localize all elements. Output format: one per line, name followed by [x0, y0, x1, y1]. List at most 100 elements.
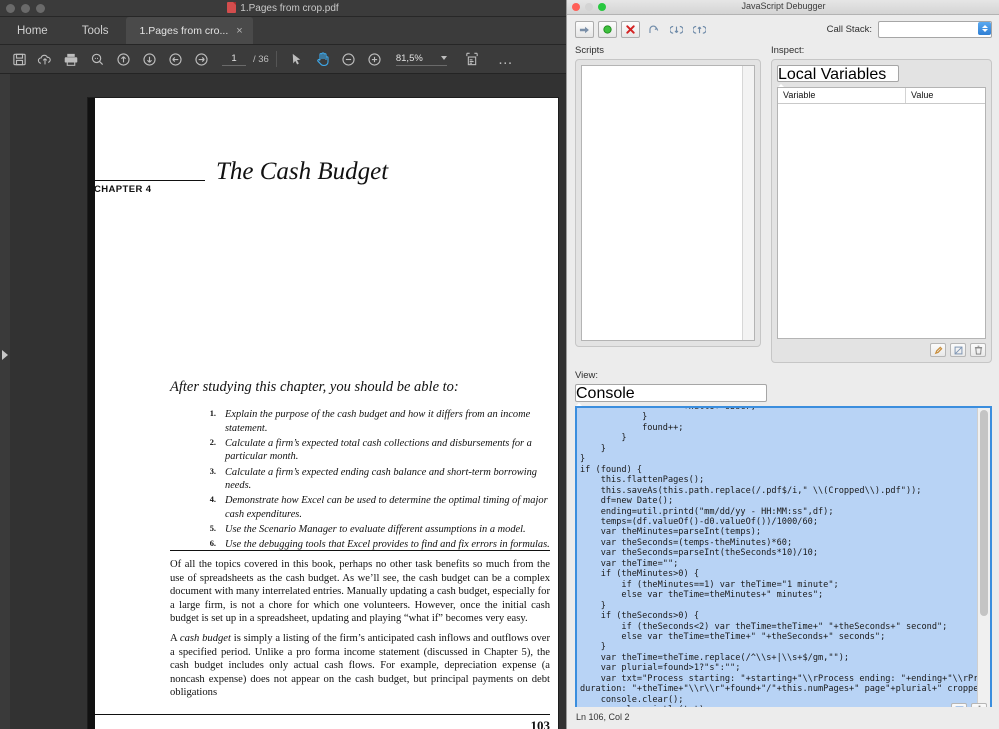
scripts-scrollbar[interactable]: [742, 66, 754, 340]
debugger-titlebar: JavaScript Debugger: [567, 0, 999, 15]
console-output[interactable]: +hello+"obscr; } found++; } } } if (foun…: [575, 406, 992, 721]
list-item: 3. Calculate a firm’s expected ending ca…: [198, 466, 550, 493]
zoom-in-icon[interactable]: [362, 47, 388, 71]
scripts-list[interactable]: [581, 65, 755, 341]
step-into-icon[interactable]: [667, 21, 686, 38]
page-folio-number: 103: [530, 718, 551, 729]
zoom-level-control[interactable]: 81,5%: [395, 52, 447, 66]
page-down-icon[interactable]: [136, 47, 162, 71]
scrollbar-thumb[interactable]: [980, 410, 988, 616]
list-item-number: 1.: [209, 409, 216, 418]
scripts-label: Scripts: [575, 45, 605, 56]
inspect-scope-value: Local Variables: [778, 66, 887, 83]
list-item-number: 2.: [209, 437, 216, 447]
list-item-text: Use the Scenario Manager to evaluate dif…: [225, 524, 526, 535]
sidebar-toggle[interactable]: [0, 74, 10, 729]
pdf-viewport: CHAPTER 4 The Cash Budget After studying…: [0, 74, 566, 729]
step-out-icon[interactable]: [690, 21, 709, 38]
console-scrollbar[interactable]: [977, 408, 990, 719]
pdf-tab-bar: Home Tools 1.Pages from cro... ×: [0, 17, 566, 45]
list-item-number: 3.: [209, 466, 216, 476]
cursor-icon[interactable]: [284, 47, 310, 71]
view-section: View: Console +hello+"obscr; } found++; …: [575, 370, 992, 721]
debug-control-buttons: [575, 21, 709, 38]
list-item-text: Calculate a firm’s expected ending cash …: [225, 466, 537, 492]
inspect-pane: Inspect: Local Variables Variable Value: [771, 45, 992, 363]
view-select[interactable]: Console: [575, 384, 767, 409]
chapter-title: The Cash Budget: [216, 158, 389, 185]
section-divider: [170, 550, 550, 551]
inspect-group: Local Variables Variable Value: [771, 59, 992, 363]
continue-icon[interactable]: [575, 21, 594, 38]
page-total-label: / 36: [253, 53, 269, 65]
list-item-text: Explain the purpose of the cash budget a…: [225, 409, 531, 434]
body-paragraph-1: Of all the topics covered in this book, …: [170, 559, 550, 625]
upload-cloud-icon[interactable]: [32, 47, 58, 71]
print-icon[interactable]: [58, 47, 84, 71]
page-navigator: / 36: [222, 52, 269, 66]
call-stack-select[interactable]: [878, 21, 992, 38]
back-arrow-icon[interactable]: [162, 47, 188, 71]
page-number-input[interactable]: [222, 52, 246, 66]
tab-tools[interactable]: Tools: [65, 17, 126, 44]
list-item-text: Calculate a firm’s expected total cash c…: [225, 437, 532, 463]
trash-icon[interactable]: [970, 343, 986, 357]
javascript-debugger-window: JavaScript Debugger Call Stack: Scripts …: [566, 0, 999, 729]
forward-arrow-icon[interactable]: [188, 47, 214, 71]
more-options-icon[interactable]: …: [493, 47, 519, 71]
scripts-pane: Scripts: [575, 45, 761, 363]
zoom-level-value: 81,5%: [395, 52, 423, 64]
breakpoint-icon[interactable]: [598, 21, 617, 38]
objectives-heading: After studying this chapter, you should …: [170, 379, 459, 395]
delete-breakpoint-icon[interactable]: [621, 21, 640, 38]
variables-table[interactable]: Variable Value: [777, 87, 986, 339]
toolbar-divider: [275, 51, 277, 67]
save-icon[interactable]: [6, 47, 32, 71]
close-icon[interactable]: ×: [236, 25, 242, 37]
call-stack-control: Call Stack:: [827, 21, 992, 38]
footer-rule: [94, 714, 550, 715]
page-up-icon[interactable]: [110, 47, 136, 71]
screen: 1.Pages from crop.pdf Home Tools 1.Pages…: [0, 0, 999, 729]
scripts-group: [575, 59, 761, 347]
inspect-scope-select[interactable]: Local Variables: [777, 65, 899, 90]
chevron-down-icon[interactable]: [440, 56, 447, 60]
stepper-icon[interactable]: [978, 22, 991, 35]
cursor-position-label: Ln 106, Col 2: [576, 712, 630, 722]
pdf-reader-window: 1.Pages from crop.pdf Home Tools 1.Pages…: [0, 0, 566, 729]
list-item-number: 4.: [209, 495, 216, 505]
pdf-toolbar: / 36 81,5% …: [0, 45, 566, 74]
list-item: 5. Use the Scenario Manager to evaluate …: [198, 523, 550, 537]
document-tab-label: 1.Pages from cro...: [139, 24, 229, 37]
chevron-right-icon[interactable]: [2, 350, 8, 360]
chapter-rule: [94, 180, 205, 181]
body-paragraph-2: A cash budget is simply a listing of the…: [170, 633, 550, 699]
call-stack-label: Call Stack:: [826, 24, 872, 35]
edit-pencil-icon[interactable]: [930, 343, 946, 357]
debugger-body: Call Stack: Scripts Inspect: Local Varia…: [567, 15, 999, 721]
new-watch-icon[interactable]: [950, 343, 966, 357]
list-item: 2. Calculate a firm’s expected total cas…: [198, 437, 550, 464]
column-header-value: Value: [911, 90, 934, 100]
pdf-page: CHAPTER 4 The Cash Budget After studying…: [88, 98, 558, 729]
list-item: 4. Demonstrate how Excel can be used to …: [198, 494, 550, 521]
tab-home[interactable]: Home: [0, 17, 65, 44]
list-item-text: Demonstrate how Excel can be used to det…: [225, 495, 548, 520]
step-over-icon[interactable]: [644, 21, 663, 38]
list-item-number: 5.: [209, 524, 216, 533]
chapter-label: CHAPTER 4: [94, 184, 152, 195]
hand-icon[interactable]: [310, 47, 336, 71]
document-tab[interactable]: 1.Pages from cro... ×: [125, 17, 253, 44]
search-icon[interactable]: [84, 47, 110, 71]
fit-page-icon[interactable]: [459, 47, 485, 71]
variables-table-header: Variable Value: [778, 88, 985, 104]
pdf-file-icon: [227, 2, 237, 13]
pdf-window-title-text: 1.Pages from crop.pdf: [240, 3, 339, 14]
console-code-text: +hello+"obscr; } found++; } } } if (foun…: [580, 406, 990, 719]
debugger-window-title: JavaScript Debugger: [741, 1, 826, 11]
inspect-label: Inspect:: [771, 45, 805, 56]
inspect-action-buttons: [777, 343, 986, 357]
list-item: 1. Explain the purpose of the cash budge…: [198, 408, 550, 435]
zoom-out-icon[interactable]: [336, 47, 362, 71]
pdf-window-title: 1.Pages from crop.pdf: [0, 2, 566, 14]
